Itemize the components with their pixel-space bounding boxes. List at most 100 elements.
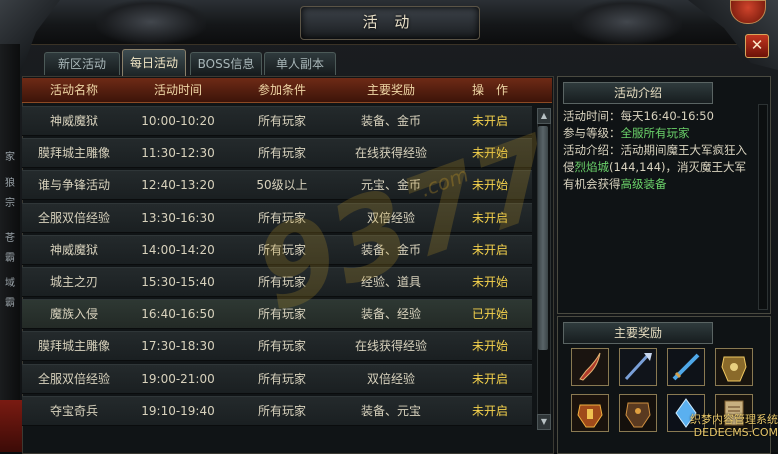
corner-watermark-line1: 织梦内容管理系统: [690, 413, 778, 426]
cell-reward: 在线获得经验: [354, 339, 427, 354]
intro-reward: 高级装备: [620, 177, 667, 191]
cell-time: 19:10-19:40: [141, 403, 215, 418]
side-glyph: 宗: [5, 198, 15, 209]
cell-condition: 50级以上: [256, 178, 308, 193]
intro-level-value: 全服所有玩家: [620, 126, 690, 140]
curved-blade-icon[interactable]: [571, 348, 609, 386]
cell-status[interactable]: 未开始: [448, 332, 532, 360]
cell-reward: 双倍经验: [366, 371, 415, 386]
corner-watermark: 织梦内容管理系统 DEDECMS.COM: [682, 413, 778, 452]
tab-boss-info[interactable]: BOSS信息: [190, 52, 262, 75]
cell-time: 16:40-16:50: [141, 307, 215, 322]
cell-condition: 所有玩家: [257, 403, 306, 418]
cell-name: 膜拜城主雕像: [37, 339, 110, 354]
table-row[interactable]: 夺宝奇兵 19:10-19:40 所有玩家 装备、元宝 未开启: [22, 395, 532, 426]
table-row[interactable]: 城主之刃 15:30-15:40 所有玩家 经验、道具 未开始: [22, 267, 532, 297]
cell-reward: 双倍经验: [366, 210, 415, 225]
close-button[interactable]: ✕: [745, 34, 769, 58]
cell-time: 10:00-10:20: [141, 114, 215, 128]
cell-time: 19:00-21:00: [141, 371, 215, 386]
cell-reward: 在线获得经验: [354, 146, 427, 161]
cell-time: 15:30-15:40: [141, 275, 215, 289]
cell-name: 全服双倍经验: [37, 371, 110, 386]
golden-armor-icon[interactable]: [715, 348, 753, 386]
cell-name: 膜拜城主雕像: [37, 146, 110, 161]
tab-solo-dungeon[interactable]: 单人副本: [264, 52, 336, 75]
cell-reward: 经验、道具: [360, 275, 421, 289]
scroll-up-button[interactable]: ▲: [537, 108, 551, 124]
table-header: 活动名称 活动时间 参加条件 主要奖励 操 作: [22, 78, 552, 103]
background-side-strip: 家 狼 宗 苍 霸 域 霸: [0, 44, 20, 452]
cell-condition: 所有玩家: [257, 210, 306, 225]
cell-condition: 所有玩家: [257, 339, 306, 354]
table-row[interactable]: 膜拜城主雕像 17:30-18:30 所有玩家 在线获得经验 未开始: [22, 331, 532, 362]
intro-time-value: 每天16:40-16:50: [620, 109, 714, 123]
cell-name: 魔族入侵: [49, 307, 98, 322]
intro-time-label: 活动时间：: [563, 109, 621, 123]
cell-name: 全服双倍经验: [37, 210, 110, 225]
cell-condition: 所有玩家: [257, 242, 306, 257]
tab-new-server[interactable]: 新区活动: [44, 52, 120, 75]
cell-status[interactable]: 未开启: [448, 107, 532, 135]
header-reward: 主要奖励: [366, 83, 415, 97]
cell-name: 夺宝奇兵: [49, 403, 98, 418]
table-row[interactable]: 神威魔狱 14:00-14:20 所有玩家 装备、金币 未开启: [22, 234, 532, 265]
intro-scrollbar[interactable]: [758, 104, 768, 310]
cell-name: 谁与争锋活动: [37, 178, 110, 193]
intro-coords: (144,144): [609, 160, 666, 174]
dark-armor-icon[interactable]: [619, 394, 657, 432]
side-glyph: 狼: [5, 178, 15, 189]
window-title: 活 动: [362, 13, 416, 31]
side-glyph: 域: [5, 278, 15, 289]
cell-condition: 所有玩家: [257, 146, 306, 161]
cell-reward: 装备、元宝: [360, 403, 421, 418]
cell-condition: 所有玩家: [257, 371, 306, 386]
intro-header: 活动介绍: [563, 82, 713, 104]
cell-time: 14:00-14:20: [141, 242, 215, 257]
intro-level-label: 参与等级：: [563, 126, 621, 140]
warrior-armor-icon[interactable]: [571, 394, 609, 432]
cell-status[interactable]: 未开启: [448, 365, 532, 393]
cell-status[interactable]: 已开始: [448, 300, 532, 328]
side-glyph: 霸: [5, 298, 15, 309]
cell-condition: 所有玩家: [257, 275, 306, 289]
table-row[interactable]: 神威魔狱 10:00-10:20 所有玩家 装备、金币 未开启: [22, 106, 532, 136]
horn-ornament-right-icon: [572, 0, 682, 44]
table-row[interactable]: 全服双倍经验 19:00-21:00 所有玩家 双倍经验 未开启: [22, 363, 532, 394]
side-glyph: 家: [5, 152, 15, 163]
blue-sword-icon[interactable]: [667, 348, 705, 386]
table-scrollbar-thumb[interactable]: [538, 126, 548, 350]
cell-time: 17:30-18:30: [141, 339, 215, 354]
cell-reward: 装备、金币: [360, 242, 421, 257]
background-red-strip: [0, 400, 22, 452]
cell-status[interactable]: 未开启: [448, 397, 532, 425]
cell-status[interactable]: 未开启: [448, 204, 532, 232]
cell-status[interactable]: 未开启: [448, 236, 532, 264]
intro-desc-label: 活动介绍：: [563, 143, 621, 157]
cell-condition: 所有玩家: [257, 114, 306, 128]
header-time: 活动时间: [153, 83, 202, 97]
table-row[interactable]: 膜拜城主雕像 11:30-12:30 所有玩家 在线获得经验 未开始: [22, 138, 532, 169]
side-glyph: 霸: [5, 253, 15, 264]
horn-ornament-left-icon: [96, 0, 206, 44]
header-condition: 参加条件: [257, 83, 306, 97]
scroll-down-button[interactable]: ▼: [537, 414, 551, 430]
header-name: 活动名称: [49, 83, 98, 97]
spear-icon[interactable]: [619, 348, 657, 386]
cell-time: 12:40-13:20: [141, 178, 215, 193]
cell-reward: 装备、经验: [360, 307, 421, 322]
intro-place[interactable]: 烈焰城: [575, 160, 610, 174]
header-action: 操 作: [471, 83, 508, 97]
cell-time: 13:30-16:30: [141, 210, 215, 225]
table-row[interactable]: 魔族入侵 16:40-16:50 所有玩家 装备、经验 已开始: [22, 299, 532, 330]
cell-time: 11:30-12:30: [141, 146, 215, 161]
cell-name: 城主之刃: [49, 275, 98, 289]
corner-watermark-line2: DEDECMS.COM: [693, 426, 778, 439]
cell-status[interactable]: 未开始: [448, 268, 532, 296]
cell-name: 神威魔狱: [49, 242, 98, 257]
tab-daily[interactable]: 每日活动: [122, 49, 186, 76]
intro-text: 活动时间：每天16:40-16:50 参与等级：全服所有玩家 活动介绍：活动期间…: [563, 108, 755, 193]
side-glyph: 苍: [5, 233, 15, 244]
table-row[interactable]: 全服双倍经验 13:30-16:30 所有玩家 双倍经验 未开启: [22, 202, 532, 233]
cell-name: 神威魔狱: [49, 114, 98, 128]
